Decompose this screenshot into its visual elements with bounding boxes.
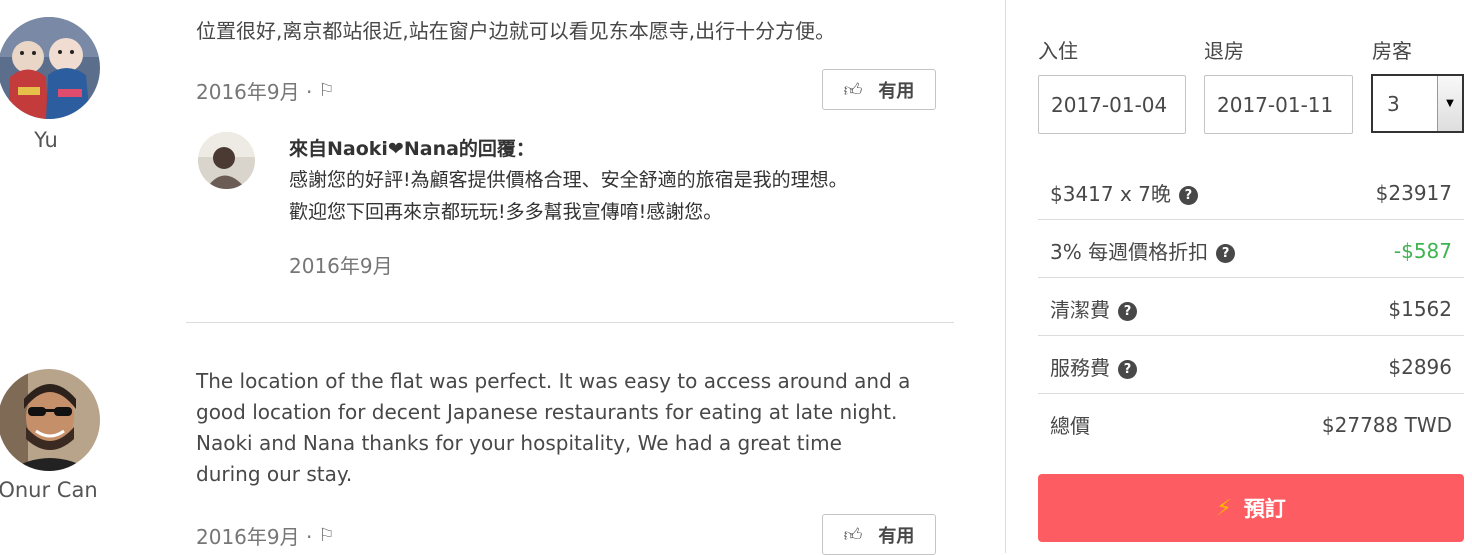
price-label-text: $3417 x 7晚 [1050,182,1171,206]
review-divider [186,322,954,323]
question-icon[interactable]: ? [1216,244,1236,263]
response-date: 2016年9月 [289,254,393,278]
price-divider [1038,393,1464,394]
flag-icon[interactable]: ⚐ [318,525,334,546]
price-label-text: 服務費 [1050,356,1110,380]
sidebar-separator [1005,0,1006,553]
price-row-label: $3417 x 7晚? [1050,178,1198,207]
response-line-1: 感謝您的好評!為顧客提供價格合理、安全舒適的旅宿是我的理想。 [289,169,848,191]
lightning-bolt-icon: ⚡︎ [1216,495,1232,521]
price-row-value: $1562 [1388,296,1452,321]
checkout-date-input[interactable]: 2017-01-11 [1204,75,1353,134]
review-text-line-1: The location of the flat was perfect. It… [196,369,911,393]
helpful-button[interactable]: 👍︎ 有用 [822,514,936,555]
helpful-button[interactable]: 👍︎ 有用 [822,69,936,110]
flag-icon[interactable]: ⚐ [318,80,334,101]
book-button-label: 預訂 [1243,497,1286,521]
price-row-service-fee: 服務費? $2896 [1050,352,1452,381]
thumbs-up-icon: 👍︎ [843,79,863,101]
guests-value: 3 [1387,91,1400,116]
total-label: 總價 [1050,414,1090,438]
host-avatar[interactable] [198,132,255,189]
review-date-text: 2016年9月 · [196,80,313,104]
chevron-down-icon[interactable]: ▼ [1437,76,1462,131]
response-title: 來自Naoki❤Nana的回覆： [289,138,535,160]
price-row-label: 清潔費? [1050,294,1137,323]
price-label-text: 3% 每週價格折扣 [1050,240,1209,264]
reviewer-name[interactable]: Yu [0,128,106,152]
reviewer-avatar-yu[interactable] [0,17,100,119]
review-date: 2016年9月 · ⚐ [196,521,334,550]
price-row-cleaning-fee: 清潔費? $1562 [1050,294,1452,323]
price-row-label: 3% 每週價格折扣? [1050,236,1236,265]
question-icon[interactable]: ? [1118,360,1137,379]
price-divider [1038,219,1464,220]
guests-select[interactable]: 3 ▼ [1371,74,1464,133]
price-divider [1038,335,1464,336]
checkin-label: 入住 [1038,39,1078,63]
review-date: 2016年9月 · ⚐ [196,76,334,105]
review-text-line-4: during our stay. [196,462,353,486]
checkout-label: 退房 [1204,39,1244,63]
review-text-line-2: good location for decent Japanese restau… [196,400,898,424]
price-row-label: 服務費? [1050,352,1137,381]
price-label-text: 清潔費 [1050,298,1110,322]
reviewer-avatar-onur-can[interactable] [0,369,100,471]
price-row-nightly: $3417 x 7晚? $23917 [1050,178,1452,207]
checkin-date-input[interactable]: 2017-01-04 [1038,75,1186,134]
book-button[interactable]: ⚡︎ 預訂 [1038,474,1464,542]
helpful-label: 有用 [878,80,915,102]
response-line-2: 歡迎您下回再來京都玩玩!多多幫我宣傳唷!感謝您。 [289,201,723,223]
discount-value: -$587 [1393,238,1452,263]
total-value: $27788 TWD [1321,412,1452,437]
price-row-weekly-discount: 3% 每週價格折扣? -$587 [1050,236,1452,265]
price-divider [1038,277,1464,278]
question-icon[interactable]: ? [1118,302,1137,321]
review-text: 位置很好,离京都站很近,站在窗户边就可以看见东本愿寺,出行十分方便。 [196,19,836,43]
guests-label: 房客 [1372,39,1412,63]
review-date-text: 2016年9月 · [196,525,313,549]
price-row-value: $2896 [1388,354,1452,379]
price-row-total: 總價 $27788 TWD [1050,410,1452,439]
price-row-value: $23917 [1375,180,1452,205]
reviewer-name[interactable]: Onur Can [0,478,108,502]
helpful-label: 有用 [878,525,915,547]
thumbs-up-icon: 👍︎ [843,524,863,546]
review-text-line-3: Naoki and Nana thanks for your hospitali… [196,431,842,455]
question-icon[interactable]: ? [1178,186,1198,205]
